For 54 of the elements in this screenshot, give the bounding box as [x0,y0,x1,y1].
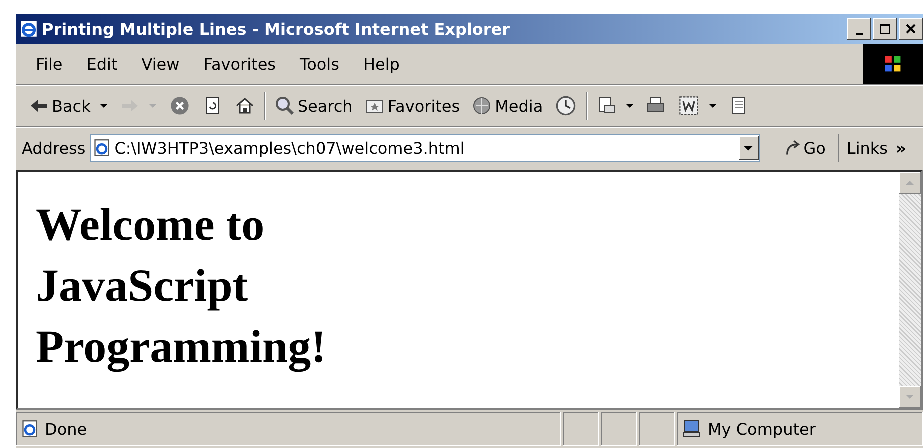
edit-icon [678,95,700,117]
windows-logo-icon [863,44,923,84]
links-button[interactable]: Links [842,138,892,158]
menu-item[interactable]: Tools [288,54,352,74]
address-field[interactable]: C:\IW3HTP3\examples\ch07\welcome3.html [90,134,760,162]
caret-icon [626,104,634,108]
maximize-button[interactable] [873,18,897,40]
caret-icon [148,104,157,108]
minimize-button[interactable] [847,18,871,40]
zone-text: My Computer [708,420,816,438]
status-pane [639,412,675,446]
menu-item[interactable]: View [130,54,192,74]
search-icon [274,96,295,116]
close-button[interactable] [899,18,923,40]
favorites-button[interactable]: Favorites [362,94,464,118]
heading-line: JavaScript [36,260,248,311]
clock-icon [555,95,578,117]
status-pane [601,412,637,446]
browser-logo-icon [20,20,38,38]
window-title: Printing Multiple Lines - Microsoft Internet Explorer [42,20,512,38]
caret-icon [744,146,754,150]
caret-icon [906,181,914,185]
menu-item[interactable]: Edit [74,54,130,74]
search-button[interactable]: Search [272,94,356,118]
menu-item[interactable]: Favorites [192,54,288,74]
mail-icon [597,96,618,116]
page-icon [21,420,39,438]
globe-icon [472,96,492,116]
address-label: Address [22,138,86,158]
caret-icon [906,395,914,399]
scroll-up-button[interactable] [899,172,921,194]
menu-item[interactable]: Help [351,54,412,74]
scrollbar[interactable] [899,172,921,408]
caret-icon [100,104,108,108]
heading-line: Welcome to [36,199,265,250]
computer-icon [682,419,702,439]
status-text: Done [45,420,88,438]
go-button[interactable]: Go [776,138,834,158]
more-chevron[interactable]: » [896,138,906,158]
page-icon [92,139,111,157]
dropdown-button[interactable] [738,136,759,160]
maximize-icon [879,23,891,35]
close-icon [905,23,917,35]
status-pane [563,412,599,446]
caret-icon [709,104,718,108]
heading-line: Programming! [36,321,326,372]
media-button[interactable]: Media [469,94,546,118]
scroll-down-button[interactable] [899,386,921,408]
home-icon [234,96,255,116]
go-arrow-icon [784,139,802,157]
stop-icon [168,95,191,117]
back-button[interactable]: Back [26,94,111,118]
menu-item[interactable]: File [24,54,75,74]
minimize-icon [856,32,862,34]
